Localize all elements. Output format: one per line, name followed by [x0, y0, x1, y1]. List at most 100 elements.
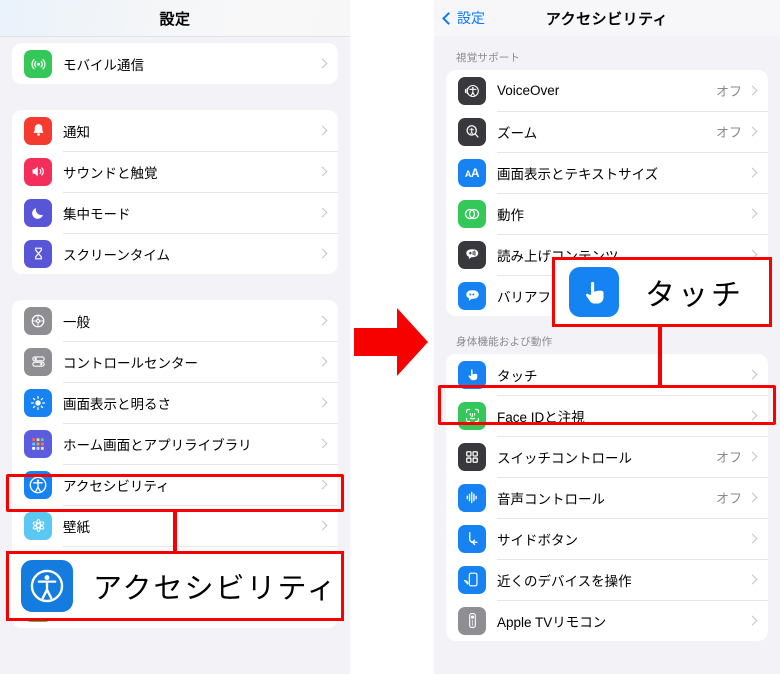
chevron-right-icon [747, 451, 758, 462]
list-item[interactable]: サウンドと触覚 [12, 151, 338, 192]
chevron-right-icon [747, 126, 758, 137]
page-title: アクセシビリティ [545, 10, 669, 28]
row-value: オフ [715, 491, 742, 506]
list-item-label: アクセシビリティ [63, 478, 170, 494]
row-accessory [747, 615, 768, 626]
brightness-icon [24, 388, 52, 417]
chevron-right-icon [317, 438, 328, 449]
row-accessory [747, 167, 768, 178]
voiceover-icon [458, 76, 486, 105]
chevron-right-icon [747, 369, 758, 380]
list-item-label: タッチ [497, 368, 538, 384]
chevron-right-icon [317, 125, 328, 136]
list-item[interactable]: ズーム オフ [446, 111, 768, 152]
list-item-label: 画面表示と明るさ [63, 396, 171, 412]
list-item[interactable]: AA 画面表示とテキストサイズ [446, 152, 768, 193]
list-item-touch[interactable]: タッチ [446, 354, 768, 395]
text-size-icon: AA [458, 158, 486, 187]
left-nav-bar: 設定 [0, 0, 350, 36]
callout-connector-left [173, 510, 177, 553]
touch-hand-icon [569, 267, 619, 317]
voice-control-icon [458, 483, 486, 512]
back-button[interactable]: 設定 [442, 8, 485, 28]
row-accessory [747, 410, 768, 421]
list-item[interactable]: コントロールセンター [12, 341, 338, 382]
chevron-right-icon [317, 479, 328, 490]
list-item-label: 壁紙 [63, 519, 90, 535]
list-item[interactable]: Face IDと注視 [446, 395, 768, 436]
nearby-devices-icon [458, 565, 486, 594]
list-item-label: VoiceOver [497, 83, 560, 98]
right-scroll-area[interactable]: 視覚サポート VoiceOver オフ ズーム オフ AA 画面表示とテキストサ… [434, 36, 780, 674]
list-item[interactable]: 音声コントロール オフ [446, 477, 768, 518]
row-accessory [317, 248, 338, 259]
row-accessory [747, 369, 768, 380]
zoom-magnifier-icon [458, 117, 486, 146]
list-item[interactable]: 通知 [12, 110, 338, 151]
row-accessory [317, 438, 338, 449]
row-accessory [317, 356, 338, 367]
faceid-icon [458, 401, 486, 430]
speaker-icon [24, 157, 52, 186]
row-accessory: オフ [716, 447, 768, 466]
grid-apps-icon [24, 429, 52, 458]
chevron-right-icon [747, 492, 758, 503]
row-accessory [317, 315, 338, 326]
right-arrow-icon [352, 305, 430, 379]
row-accessory [747, 208, 768, 219]
right-nav-bar: 設定 アクセシビリティ [434, 0, 780, 36]
chevron-right-icon [317, 520, 328, 531]
chevron-right-icon [317, 315, 328, 326]
list-item[interactable]: 一般 [12, 300, 338, 341]
list-item[interactable]: サイドボタン [446, 518, 768, 559]
chevron-right-icon [747, 410, 758, 421]
row-value: オフ [715, 84, 742, 99]
side-button-icon [458, 524, 486, 553]
list-item[interactable]: ホーム画面とアプリライブラリ [12, 423, 338, 464]
cellular-icon [24, 49, 52, 78]
list-item-label: 集中モード [63, 206, 131, 222]
chevron-right-icon [747, 85, 758, 96]
touch-hand-icon [458, 360, 486, 389]
row-accessory [317, 479, 338, 490]
list-item[interactable]: Apple TVリモコン [446, 600, 768, 641]
chevron-right-icon [747, 167, 758, 178]
audio-description-icon [458, 281, 486, 310]
list-item-label: スクリーンタイム [63, 247, 171, 263]
list-item-label: コントロールセンター [63, 355, 198, 371]
bell-icon [24, 116, 52, 145]
list-item-label: スイッチコントロール [497, 450, 632, 466]
hourglass-icon [24, 239, 52, 268]
list-item-label: Face IDと注視 [497, 409, 585, 425]
row-accessory [747, 574, 768, 585]
chevron-right-icon [747, 574, 758, 585]
chevron-right-icon [747, 615, 758, 626]
screenshot-stage: 設定 モバイル通信 通知 サウンドと触覚 集中モード スクリーンタイム 一般 コ… [0, 0, 780, 674]
bottom-spacer [434, 641, 780, 655]
list-item-accessibility[interactable]: アクセシビリティ [12, 464, 338, 505]
list-item-label: 動作 [497, 207, 524, 223]
chevron-right-icon [747, 208, 758, 219]
list-item[interactable]: VoiceOver オフ [446, 70, 768, 111]
switch-control-icon [458, 442, 486, 471]
chevron-left-icon [442, 11, 455, 25]
list-item[interactable]: スイッチコントロール オフ [446, 436, 768, 477]
physical-motor-group: タッチ Face IDと注視 スイッチコントロール オフ 音声コントロール オフ… [446, 354, 768, 641]
list-item[interactable]: モバイル通信 [12, 43, 338, 84]
list-item-label: ズーム [497, 125, 538, 141]
list-item-label: モバイル通信 [63, 57, 144, 73]
list-item[interactable]: 近くのデバイスを操作 [446, 559, 768, 600]
callout-touch: タッチ [552, 257, 772, 327]
list-item[interactable]: スクリーンタイム [12, 233, 338, 274]
list-item[interactable]: 動作 [446, 193, 768, 234]
list-item[interactable]: 画面表示と明るさ [12, 382, 338, 423]
list-item[interactable]: 集中モード [12, 192, 338, 233]
row-accessory [317, 166, 338, 177]
apple-tv-remote-icon [458, 606, 486, 635]
row-value: オフ [715, 450, 742, 465]
row-accessory [747, 533, 768, 544]
list-item-label: 一般 [63, 314, 90, 330]
chevron-right-icon [317, 58, 328, 69]
